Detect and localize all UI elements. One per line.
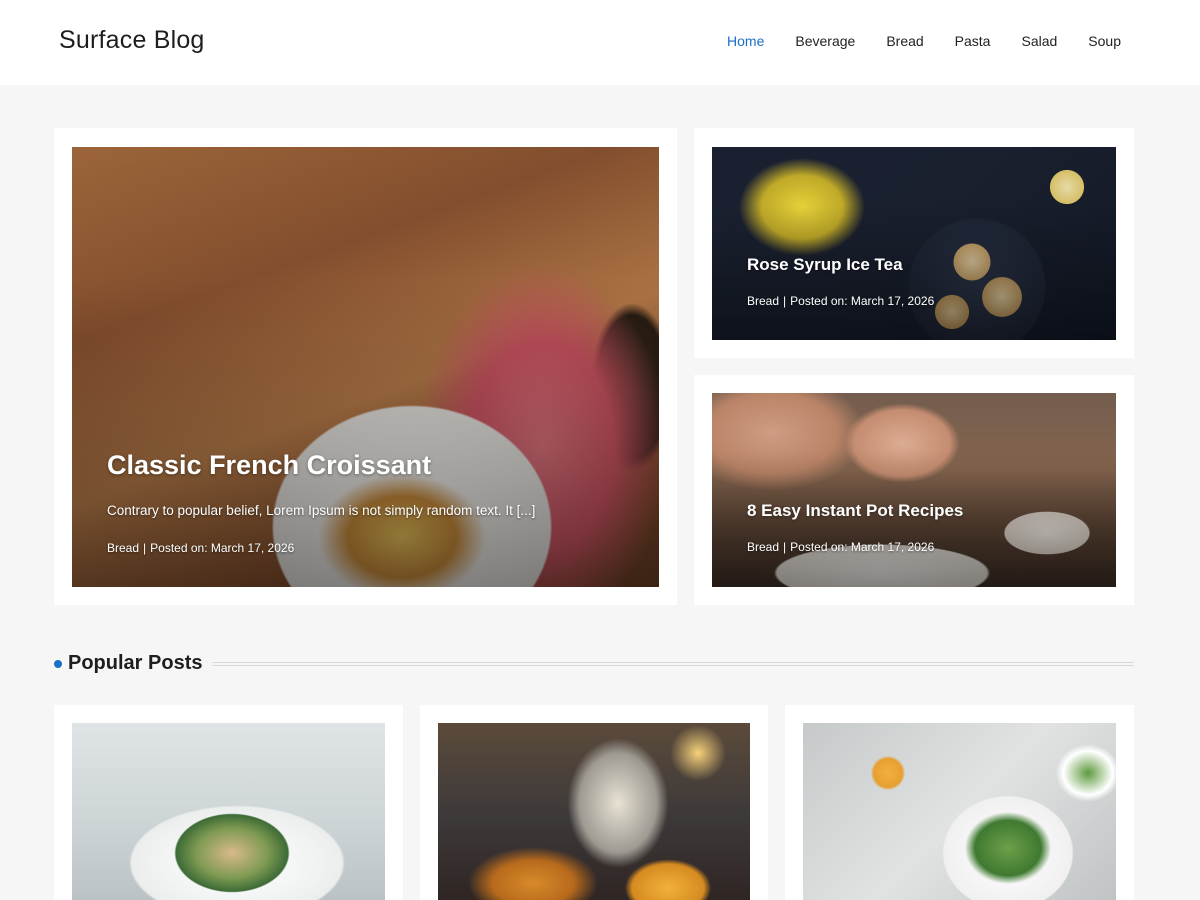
side-post-image[interactable]: 8 Easy Instant Pot Recipes Bread | Posted … (712, 393, 1116, 587)
side-post-title[interactable]: Rose Syrup Ice Tea (747, 255, 903, 275)
meta-separator: | (143, 541, 147, 555)
side-post-meta: Bread | Posted on: March 17, 2026 (747, 540, 934, 554)
featured-post-card[interactable]: Classic French Croissant Contrary to pop… (54, 128, 677, 605)
side-post-card[interactable]: 8 Easy Instant Pot Recipes Bread | Posted … (694, 375, 1134, 605)
meta-separator: | (783, 540, 787, 554)
image-overlay (72, 147, 659, 587)
featured-post-title[interactable]: Classic French Croissant (107, 450, 431, 481)
featured-post-meta: Bread | Posted on: March 17, 2026 (107, 541, 294, 555)
popular-post-image[interactable] (72, 723, 385, 900)
post-date: Posted on: March 17, 2026 (150, 541, 295, 555)
image-overlay (712, 393, 1116, 587)
side-post-meta: Bread | Posted on: March 17, 2026 (747, 294, 934, 308)
side-post-image[interactable]: Rose Syrup Ice Tea Bread | Posted on: Marc… (712, 147, 1116, 340)
site-title[interactable]: Surface Blog (59, 26, 205, 55)
featured-post-excerpt: Contrary to popular belief, Lorem Ipsum … (107, 503, 536, 518)
site-header: Surface Blog Home Beverage Bread Pasta S… (0, 0, 1200, 85)
main-nav: Home Beverage Bread Pasta Salad Soup (696, 33, 1121, 49)
featured-post-image[interactable]: Classic French Croissant Contrary to pop… (72, 147, 659, 587)
heading-divider (212, 662, 1134, 666)
meta-separator: | (783, 294, 787, 308)
nav-item-soup[interactable]: Soup (1088, 33, 1121, 49)
image-overlay (712, 147, 1116, 340)
section-title: Popular Posts (68, 652, 203, 674)
popular-post-card[interactable] (54, 705, 403, 900)
side-post-title[interactable]: 8 Easy Instant Pot Recipes (747, 501, 963, 521)
popular-post-card[interactable] (785, 705, 1134, 900)
post-date: Posted on: March 17, 2026 (790, 294, 935, 308)
popular-post-card[interactable] (420, 705, 768, 900)
nav-item-home[interactable]: Home (727, 33, 764, 49)
popular-post-image[interactable] (803, 723, 1116, 900)
post-category[interactable]: Bread (747, 294, 779, 308)
nav-item-bread[interactable]: Bread (886, 33, 923, 49)
popular-posts-heading: Popular Posts (54, 650, 1134, 680)
nav-item-pasta[interactable]: Pasta (955, 33, 991, 49)
side-post-card[interactable]: Rose Syrup Ice Tea Bread | Posted on: Marc… (694, 128, 1134, 358)
nav-item-beverage[interactable]: Beverage (795, 33, 855, 49)
post-date: Posted on: March 17, 2026 (790, 540, 935, 554)
popular-post-image[interactable] (438, 723, 750, 900)
heading-dot-icon (54, 660, 62, 668)
post-category[interactable]: Bread (107, 541, 139, 555)
post-category[interactable]: Bread (747, 540, 779, 554)
nav-item-salad[interactable]: Salad (1021, 33, 1057, 49)
